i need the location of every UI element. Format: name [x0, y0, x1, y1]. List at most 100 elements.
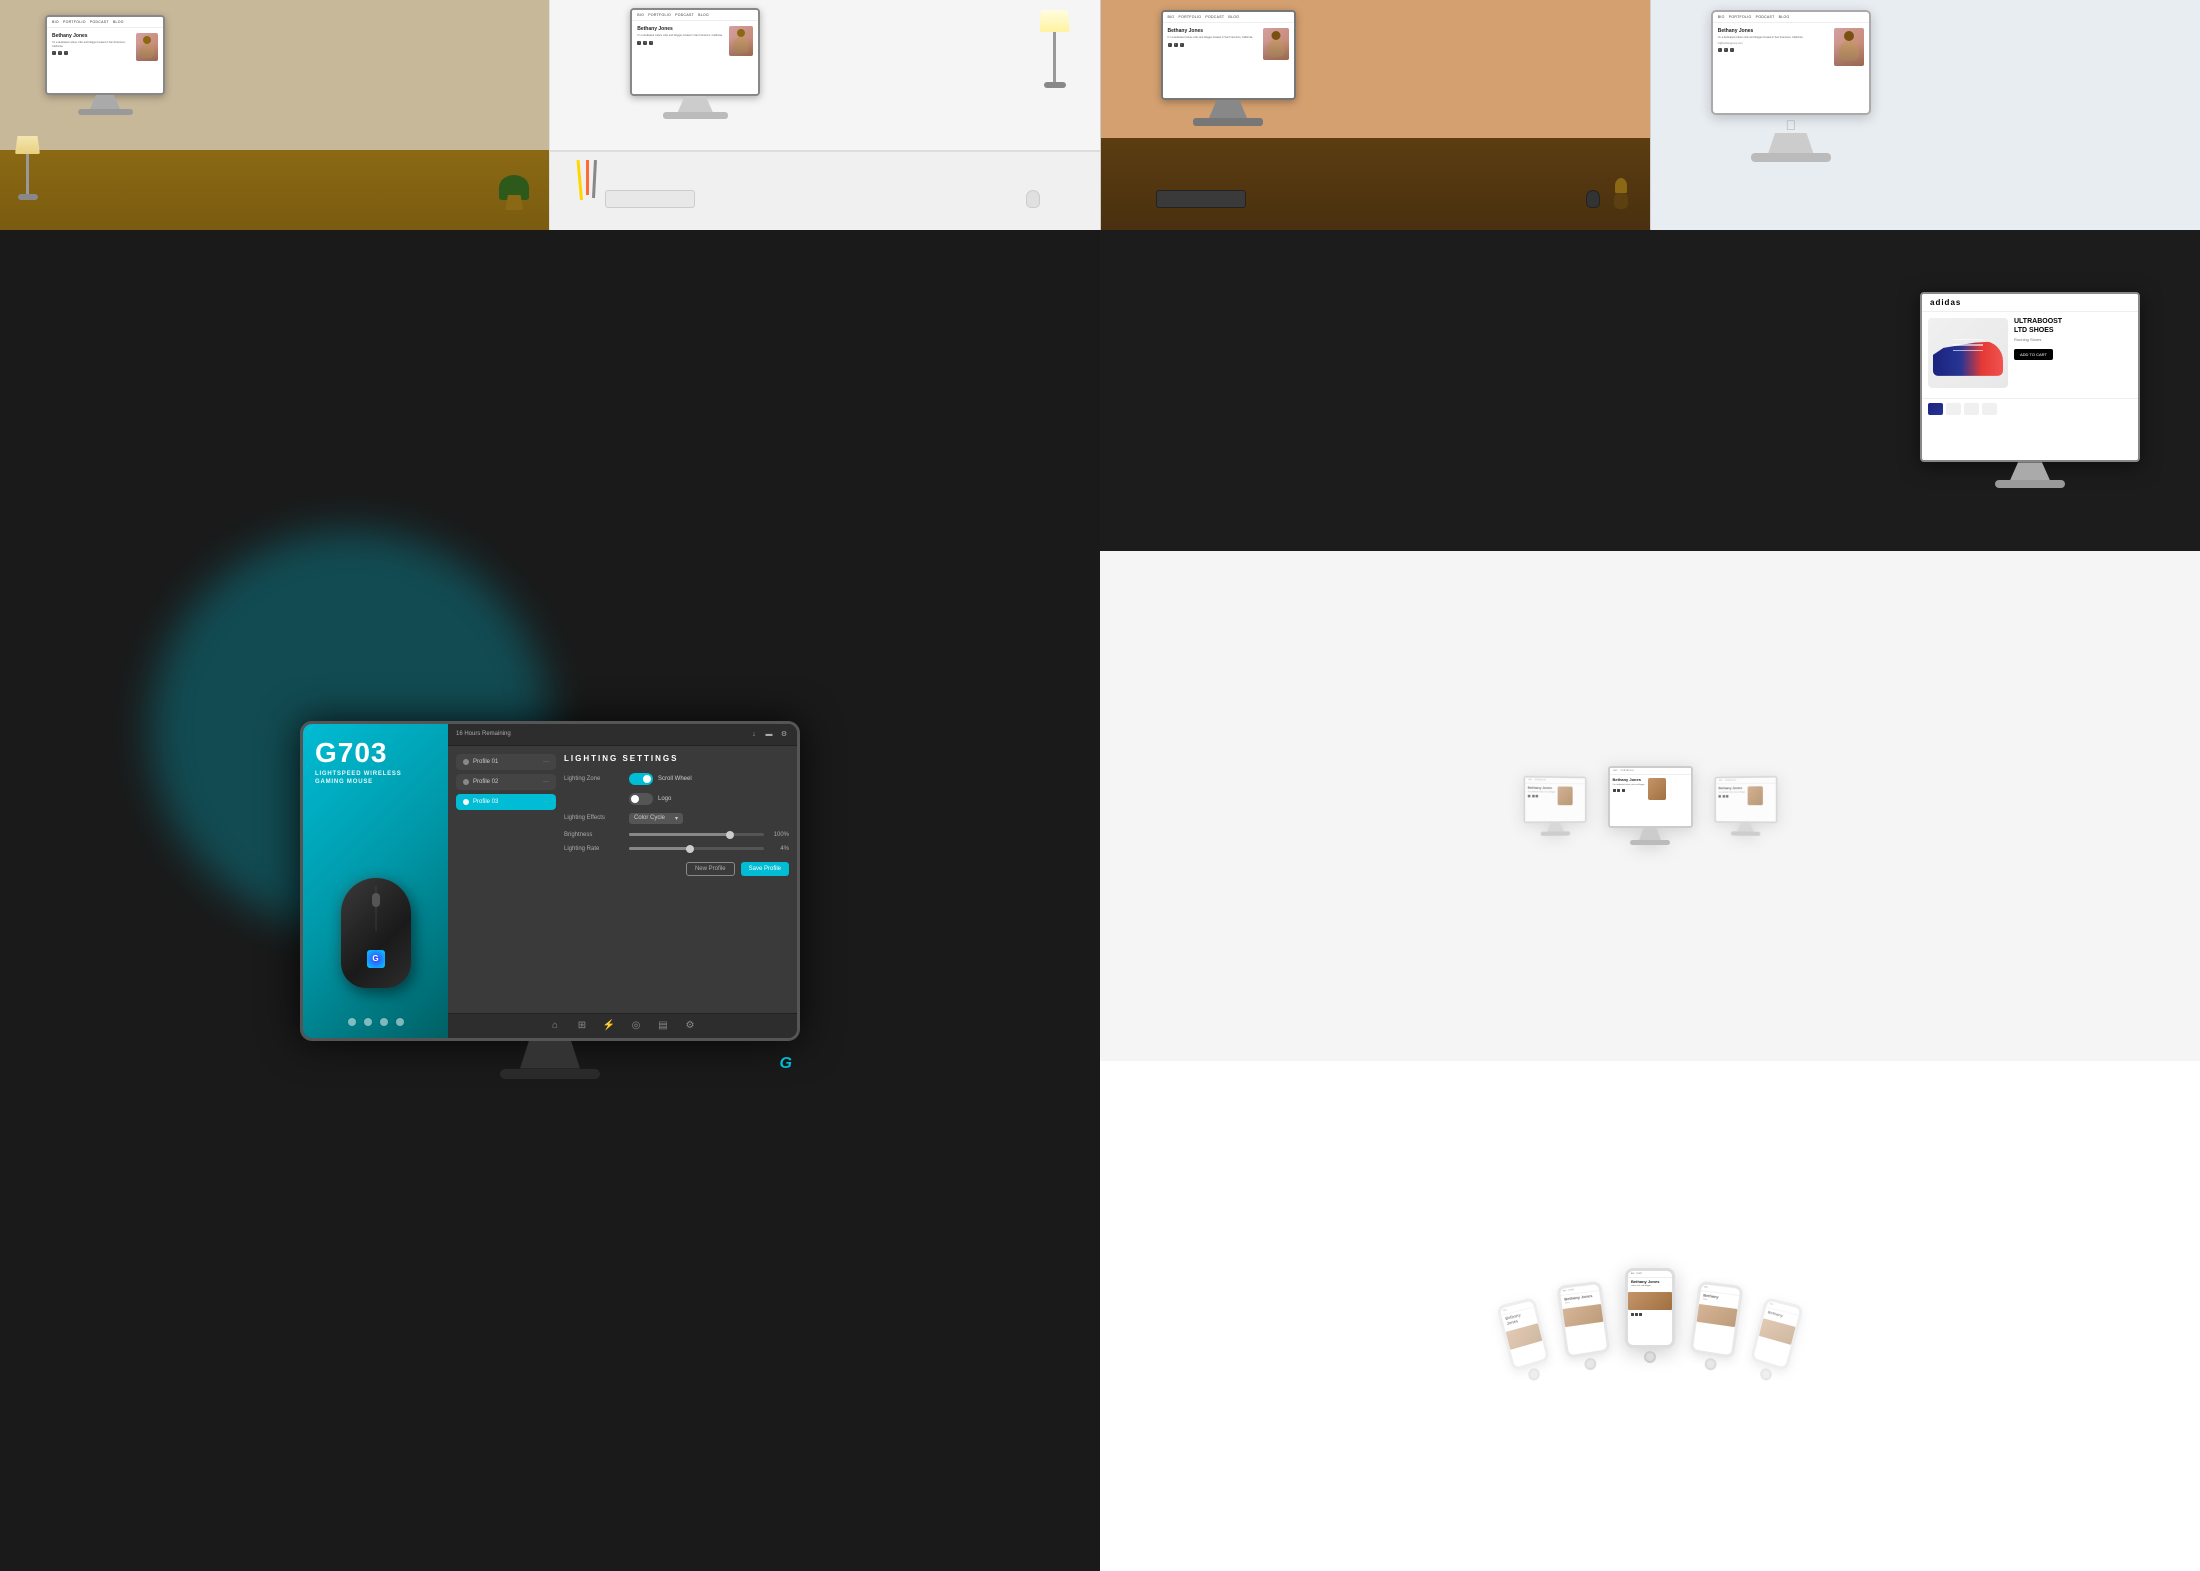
nav-bio: BIO — [52, 20, 59, 24]
scroll-wheel-toggle[interactable] — [629, 773, 653, 785]
phone-5: BIO Bethany — [1746, 1297, 1804, 1386]
sm-stand-right — [1737, 823, 1754, 832]
gaming-monitor-stand — [520, 1041, 580, 1069]
fb-icon-3: f — [1174, 43, 1178, 47]
sm-screen-left: BIO PORTFOLIO Bethany Jones I'm a dedica… — [1523, 776, 1586, 823]
phone-si-tw — [1639, 1313, 1642, 1316]
profile-03-active[interactable]: Profile 03 ··· — [456, 794, 556, 810]
minimal-cell: BIO PORTFOLIO PODCAST BLOG Bethany Jones… — [1650, 0, 2200, 230]
logo-label: Logo — [658, 796, 671, 802]
rate-thumb[interactable] — [686, 845, 694, 853]
pen-holder — [580, 160, 595, 200]
profile-01[interactable]: Profile 01 ··· — [456, 754, 556, 770]
bj-content-sm-left: Bethany Jones I'm a dedicated culture cr… — [1525, 783, 1585, 807]
save-profile-button[interactable]: Save Profile — [741, 862, 789, 876]
lighting-effects-dropdown[interactable]: Color Cycle ▾ — [629, 813, 683, 824]
settings-icon: ⚙ — [779, 729, 789, 739]
grid-nav-icon[interactable]: ⊞ — [576, 1020, 588, 1032]
ig-icon-2: i — [637, 41, 641, 45]
tw-sm-left — [1535, 795, 1538, 798]
add-to-cart-button[interactable]: ADD TO CART — [2014, 349, 2053, 360]
figurine — [1612, 178, 1630, 208]
phone-nav-1: BIO — [1503, 1309, 1507, 1312]
wood-desk-cell: BIO PORTFOLIO PODCAST BLOG Bethany Jones… — [1100, 0, 1650, 230]
sm-stand-left — [1547, 823, 1564, 832]
nav-blog-3: BLOG — [1228, 15, 1239, 19]
headset-nav-icon[interactable]: ◎ — [630, 1020, 642, 1032]
phone-home-1 — [1527, 1367, 1541, 1382]
ig-sm-center — [1613, 789, 1616, 792]
bio-sm-right: BIO — [1719, 780, 1722, 782]
phone-1: BIO Bethany Jones — [1496, 1297, 1554, 1386]
thumb-3[interactable] — [1964, 403, 1979, 415]
phone-nav-port-2: PORT — [1569, 1290, 1575, 1293]
nav-portfolio: PORTFOLIO — [63, 20, 86, 24]
home-nav-icon[interactable]: ⌂ — [549, 1020, 561, 1032]
phone-screen-5: BIO Bethany — [1750, 1297, 1804, 1371]
phone-screen-1: BIO Bethany Jones — [1496, 1297, 1550, 1371]
bj-portrait-sm-center — [1648, 778, 1666, 800]
product-icon-1 — [348, 1018, 356, 1026]
bj-social-cell1: i f t — [52, 51, 131, 55]
brightness-value: 100% — [769, 832, 789, 838]
brightness-row: Brightness 100% — [564, 832, 789, 838]
right-area: adidas — [1100, 230, 2200, 1571]
ig-icon-4: i — [1718, 48, 1722, 52]
monitor-stand-cell1 — [90, 95, 120, 109]
bj-text-cell1: Bethany Jones I'm a dedicated culture cr… — [52, 33, 131, 61]
bottom-area: G703 LIGHTSPEED WIRELESSGAMING MOUSE G — [0, 230, 2200, 1571]
logitech-g-logo: G — [367, 950, 385, 968]
monitor-screen-cell1: BIO PORTFOLIO PODCAST BLOG Bethany Jones… — [45, 15, 165, 95]
shoe-content: ULTRABOOSTLTD SHOES Running Shoes ADD TO… — [1922, 312, 2138, 394]
gm-left-panel: G703 LIGHTSPEED WIRELESSGAMING MOUSE G — [303, 724, 448, 1038]
bj-subtitle-cell2: I'm a dedicated culture critic and blogg… — [637, 34, 724, 38]
portfolio-sm-left: PORTFOLIO — [1534, 779, 1545, 781]
gm-content: G703 LIGHTSPEED WIRELESSGAMING MOUSE G — [303, 724, 797, 1038]
tw-icon-3: t — [1180, 43, 1184, 47]
brightness-thumb[interactable] — [726, 831, 734, 839]
lighting-rate-row: Lighting Rate 4% — [564, 846, 789, 852]
bj-title-sm-center: Bethany Jones — [1613, 778, 1645, 783]
bio-sm-center: BIO — [1614, 770, 1618, 772]
tw-icon-2: t — [649, 41, 653, 45]
shoe-product-title: ULTRABOOSTLTD SHOES — [2014, 318, 2132, 335]
sm-base-center — [1630, 840, 1670, 845]
lighting-effects-label: Lighting Effects — [564, 815, 629, 821]
settings-nav-icon[interactable]: ⚙ — [684, 1020, 696, 1032]
lamp-cell2 — [1040, 10, 1070, 88]
gm-main-content: Profile 01 ··· Profile 02 ··· — [448, 746, 797, 1013]
thumb-1[interactable] — [1928, 403, 1943, 415]
shoe-laces — [1953, 339, 1983, 352]
nav-portfolio-3: PORTFOLIO — [1178, 15, 1201, 19]
lighting-rate-label: Lighting Rate — [564, 846, 629, 852]
fb-sm-right — [1722, 795, 1724, 798]
sm-base-left — [1540, 831, 1569, 836]
nav-blog: BLOG — [113, 20, 124, 24]
phone-nav-2: BIO — [1563, 1290, 1567, 1292]
phone-si-ig — [1631, 1313, 1634, 1316]
chart-nav-icon[interactable]: ▤ — [657, 1020, 669, 1032]
product-icon-2 — [364, 1018, 372, 1026]
thumb-4[interactable] — [1982, 403, 1997, 415]
monitor-screen-cell3: BIO PORTFOLIO PODCAST BLOG Bethany Jones… — [1161, 10, 1296, 100]
product-icon-3 — [380, 1018, 388, 1026]
thumb-2[interactable] — [1946, 403, 1961, 415]
gaming-monitor-base — [500, 1069, 600, 1079]
small-monitor-right: BIO PORTFOLIO Bethany Jones I'm a dedica… — [1714, 776, 1777, 836]
shoe-image-area — [1928, 318, 2008, 388]
profile-02[interactable]: Profile 02 ··· — [456, 774, 556, 790]
battery-icon: ▬ — [764, 729, 774, 739]
phone-img-4 — [1697, 1305, 1738, 1328]
bj-subtitle-cell1: I'm a dedicated culture critic and blogg… — [52, 41, 131, 48]
new-profile-button[interactable]: New Profile — [686, 862, 735, 876]
logo-toggle[interactable] — [629, 793, 653, 805]
phone-img-3 — [1628, 1292, 1672, 1310]
bj-hero-cell2: Bethany Jones I'm a dedicated culture cr… — [632, 21, 758, 61]
lightning-nav-icon[interactable]: ⚡ — [603, 1020, 615, 1032]
gm-product-icons — [303, 1018, 448, 1026]
brightness-slider[interactable] — [629, 833, 764, 836]
portfolio-sm-right: PORTFOLIO — [1725, 779, 1736, 781]
lighting-rate-slider[interactable] — [629, 847, 764, 850]
lighting-effects-row: Lighting Effects Color Cycle ▾ — [564, 813, 789, 824]
gm-top-bar-icons: ↓ ▬ ⚙ — [749, 729, 789, 739]
